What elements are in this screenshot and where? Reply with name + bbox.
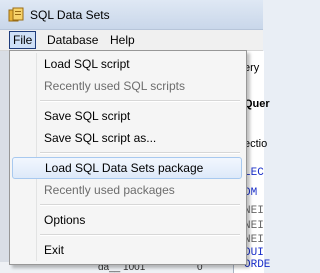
menu-item-label: Load SQL script (44, 57, 130, 71)
menu-item-recent-packages: Recently used packages (12, 179, 242, 201)
menu-item-label: Recently used SQL scripts (44, 79, 185, 93)
menu-item-load-package[interactable]: Load SQL Data Sets package (12, 157, 242, 179)
menu-separator (40, 100, 240, 102)
menu-help[interactable]: Help (107, 32, 138, 48)
menu-item-label: Load SQL Data Sets package (45, 161, 204, 175)
menu-item-label: Recently used packages (44, 183, 175, 197)
menu-item-label: Save SQL script (44, 109, 131, 123)
menu-file[interactable]: File (9, 31, 37, 49)
bg-code-line: ORDE (244, 259, 271, 271)
menu-item-save-sql-script-as[interactable]: Save SQL script as... (12, 127, 242, 149)
menu-bar: File Database Help (0, 30, 263, 51)
menu-separator (40, 152, 240, 154)
menu-item-label: Save SQL script as... (44, 131, 157, 145)
menu-item-label: Exit (44, 243, 65, 257)
menu-item-load-sql-script[interactable]: Load SQL script (12, 53, 242, 75)
menu-item-save-sql-script[interactable]: Save SQL script (12, 105, 242, 127)
menu-separator (40, 234, 240, 236)
window-title: SQL Data Sets (30, 8, 110, 22)
menu-item-options[interactable]: Options (12, 209, 242, 231)
bg-text: Quer (244, 98, 270, 110)
title-bar: SQL Data Sets (0, 0, 263, 30)
menu-item-exit[interactable]: Exit (12, 239, 242, 261)
menu-item-recent-sql-scripts: Recently used SQL scripts (12, 75, 242, 97)
menu-item-label: Options (44, 213, 86, 227)
menu-separator (40, 204, 240, 206)
app-icon (8, 7, 24, 22)
file-menu-dropdown: Load SQL script Recently used SQL script… (9, 50, 247, 265)
menu-database[interactable]: Database (44, 32, 101, 48)
bg-text: ectio (244, 138, 268, 150)
